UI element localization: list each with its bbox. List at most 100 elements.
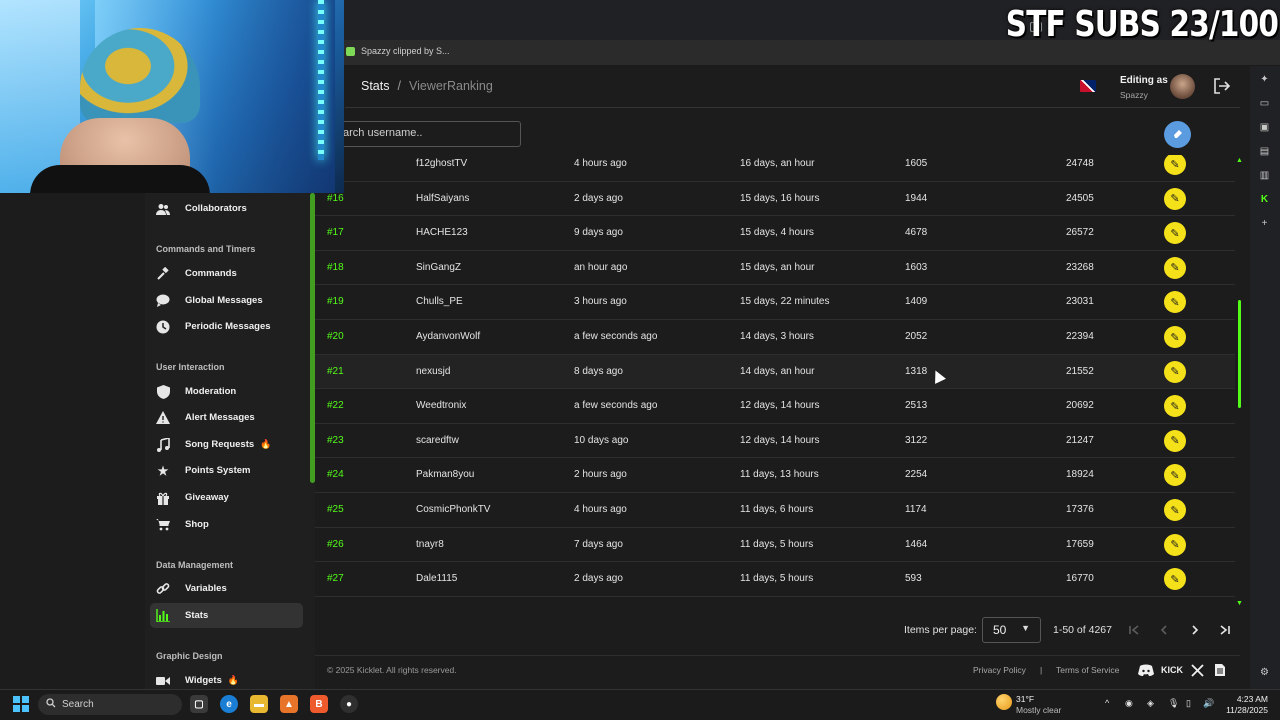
points-cell: 24748 (1066, 158, 1094, 169)
watch-time-cell: 15 days, 22 minutes (740, 296, 830, 308)
edit-button[interactable]: ✎ (1164, 360, 1186, 383)
brave-icon[interactable]: B (310, 695, 328, 713)
sub-goal-overlay: STF SUBS 23/100 (1005, 4, 1279, 45)
search-field[interactable] (330, 121, 521, 147)
edit-button[interactable]: ✎ (1164, 256, 1186, 279)
kick-icon[interactable]: KICK (1161, 662, 1183, 678)
sidebar-item-song-requests[interactable]: Song Requests 🔥 (150, 432, 303, 457)
header-divider (345, 107, 1240, 108)
watch-time-cell: 11 days, 5 hours (740, 573, 814, 585)
last-seen-cell: a few seconds ago (574, 400, 658, 412)
edit-button[interactable]: ✎ (1164, 395, 1186, 418)
bookmark-label: Spazzy clipped by S... (361, 46, 450, 56)
reading-list-icon[interactable]: ▥ (1258, 169, 1271, 182)
scroll-up-arrow-icon[interactable]: ▲ (1236, 157, 1243, 164)
scroll-down-arrow-icon[interactable]: ▼ (1236, 600, 1243, 607)
sidebar-item-label: Alert Messages (185, 412, 255, 423)
tray-phone-icon[interactable]: ▯ (1186, 698, 1191, 709)
tray-chevron-icon[interactable]: ^ (1105, 698, 1109, 708)
edit-button[interactable]: ✎ (1164, 429, 1186, 452)
discord-icon[interactable] (1137, 662, 1155, 678)
edit-button[interactable]: ✎ (1164, 499, 1186, 521)
username-cell: Pakman8you (416, 469, 475, 481)
edit-button[interactable]: ✎ (1164, 291, 1186, 314)
rank-cell: #17 (327, 227, 344, 239)
username-cell: HalfSaiyans (416, 192, 470, 204)
watch-time-cell: 14 days, an hour (740, 365, 815, 377)
settings-gear-icon[interactable]: ⚙ (1258, 666, 1271, 679)
document-icon[interactable] (1211, 662, 1229, 678)
rank-cell: #20 (327, 331, 344, 342)
clock-date[interactable]: 11/28/2025 (1222, 705, 1268, 715)
sidebar-item-collaborators[interactable]: Collaborators (150, 196, 303, 221)
add-icon[interactable]: + (1258, 217, 1271, 230)
windows-start-icon[interactable] (13, 696, 29, 712)
sidebar-item-points-system[interactable]: ★ Points System (150, 458, 303, 483)
previous-page-button[interactable] (1153, 619, 1175, 641)
sidebar-item-giveaway[interactable]: Giveaway (150, 485, 303, 510)
table-row: #19 Chulls_PE 3 hours ago 15 days, 22 mi… (315, 285, 1235, 320)
points-cell: 21247 (1066, 434, 1094, 446)
screen-icon[interactable]: ▭ (1258, 97, 1271, 110)
items-per-page-select[interactable]: 50 ▼ (982, 617, 1041, 643)
pin-icon[interactable]: ✦ (1258, 73, 1271, 86)
edit-button[interactable]: ✎ (1164, 187, 1186, 210)
privacy-policy-link[interactable]: Privacy Policy (973, 665, 1026, 675)
sidebar-item-moderation[interactable]: Moderation (150, 379, 303, 404)
edit-button[interactable]: ✎ (1164, 568, 1186, 591)
sidebar-item-label: Global Messages (185, 295, 263, 306)
messages-cell: 1464 (905, 538, 928, 550)
microphone-icon[interactable]: 🎙 (1168, 698, 1179, 709)
edit-button[interactable]: ✎ (1164, 326, 1186, 348)
chevron-right-icon (1192, 625, 1199, 635)
taskbar-search[interactable]: Search (38, 694, 182, 715)
kick-rail-icon[interactable]: K (1258, 193, 1271, 206)
next-page-button[interactable] (1184, 619, 1206, 641)
terms-of-service-link[interactable]: Terms of Service (1056, 665, 1119, 675)
file-explorer-icon[interactable]: ▬ (250, 695, 268, 713)
volume-icon[interactable]: 🔊 (1203, 698, 1214, 709)
sidebar-item-variables[interactable]: Variables (150, 576, 303, 601)
edit-button[interactable]: ✎ (1164, 155, 1186, 175)
avatar[interactable] (1170, 74, 1195, 99)
sidebar-item-commands[interactable]: Commands (150, 261, 303, 286)
first-page-button[interactable] (1123, 619, 1145, 641)
uk-flag-icon[interactable] (1080, 80, 1096, 92)
bookmark-item[interactable]: Spazzy clipped by S... (346, 46, 450, 56)
flame-icon: 🔥 (260, 439, 272, 449)
save-icon[interactable]: ▤ (1258, 145, 1271, 158)
obs-icon[interactable]: ● (340, 695, 358, 713)
weather-moon-icon[interactable] (996, 694, 1012, 710)
username-cell: HACHE123 (416, 227, 468, 239)
sidebar-item-global-messages[interactable]: Global Messages (150, 288, 303, 313)
sidebar-item-alert-messages[interactable]: Alert Messages (150, 405, 303, 430)
flame-icon: 🔥 (227, 675, 240, 685)
sidebar-item-periodic-messages[interactable]: Periodic Messages (150, 314, 303, 339)
table-scrollbar[interactable] (1238, 300, 1241, 408)
task-view-icon[interactable]: ▢ (190, 695, 208, 713)
sidebar-item-shop[interactable]: Shop (150, 512, 303, 537)
cart-icon (156, 518, 170, 532)
x-twitter-icon[interactable] (1188, 662, 1206, 678)
messages-cell: 593 (905, 573, 922, 585)
clock-time[interactable]: 4:23 AM (1236, 694, 1268, 704)
edge-icon[interactable]: e (220, 695, 238, 713)
sidebar-item-label: Collaborators (185, 203, 247, 214)
tray-app-icon[interactable]: ◈ (1147, 698, 1154, 709)
logout-icon[interactable] (1213, 78, 1231, 94)
edit-button[interactable]: ✎ (1164, 464, 1186, 487)
last-page-button[interactable] (1214, 619, 1236, 641)
app-icon[interactable]: ▲ (280, 695, 298, 713)
wallet-icon[interactable]: ▣ (1258, 121, 1271, 134)
search-input[interactable] (343, 127, 513, 139)
sidebar-scrollbar[interactable] (310, 193, 315, 483)
edit-button[interactable]: ✎ (1164, 222, 1186, 245)
sidebar-item-stats[interactable]: Stats (150, 603, 303, 628)
edit-button[interactable]: ✎ (1164, 533, 1186, 556)
watch-time-cell: 11 days, 6 hours (740, 504, 814, 515)
gavel-icon (156, 266, 170, 281)
tray-app-icon[interactable]: ◉ (1125, 698, 1133, 709)
breadcrumb-stats-link[interactable]: Stats (361, 79, 390, 93)
first-page-icon (1129, 625, 1139, 635)
clear-filter-button[interactable] (1164, 121, 1191, 148)
